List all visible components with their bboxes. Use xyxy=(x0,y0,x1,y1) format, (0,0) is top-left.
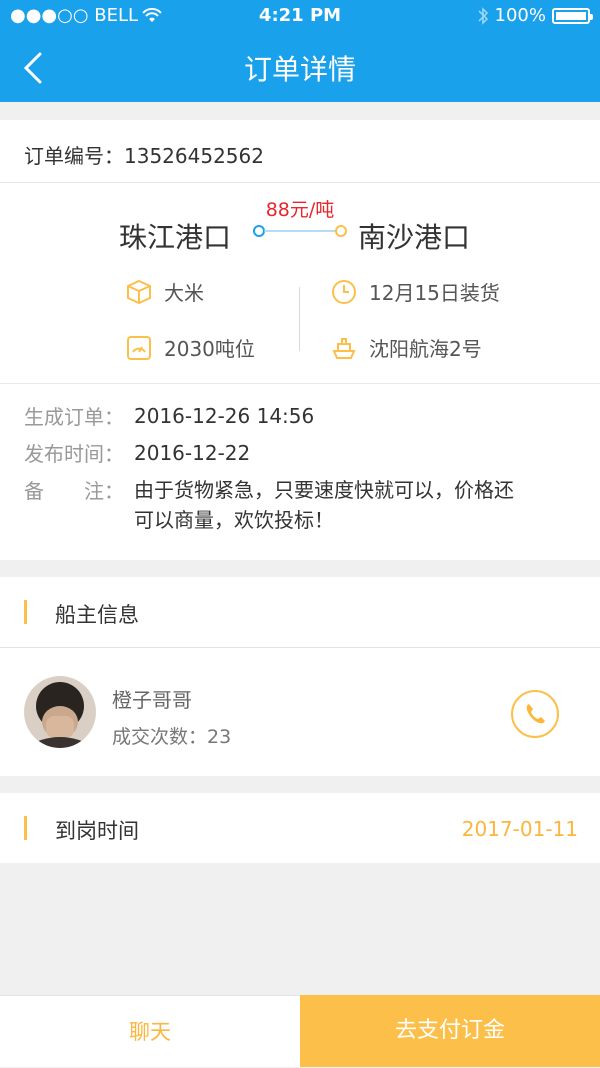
ship-item: 沈阳航海2号 xyxy=(331,333,482,362)
ship-icon xyxy=(332,337,356,359)
avatar[interactable] xyxy=(24,676,96,748)
section-accent-bar xyxy=(24,816,27,840)
status-bar: ●●●○○ BELL 4:21 PM 100% xyxy=(0,0,600,32)
bottom-action-bar: 聊天 去支付订金 xyxy=(0,995,600,1067)
note-row: 备 注： 由于货物紧急，只要速度快就可以，价格还 可以商量，欢饮投标！ xyxy=(24,475,514,535)
published-row: 发布时间： 2016-12-22 xyxy=(24,438,250,468)
load-date-item: 12月15日装货 xyxy=(331,277,500,306)
ship-text: 沈阳航海2号 xyxy=(369,337,482,361)
tonnage-text: 2030吨位 xyxy=(164,337,255,361)
created-row: 生成订单： 2016-12-26 14:56 xyxy=(24,401,314,431)
chat-button[interactable]: 聊天 xyxy=(0,995,300,1067)
price-label: 88元/吨 xyxy=(265,199,335,221)
arrival-time-row[interactable]: 到岗时间 2017-01-11 xyxy=(0,793,600,863)
owner-section-header: 船主信息 xyxy=(0,577,600,648)
owner-section-title: 船主信息 xyxy=(55,603,139,627)
bluetooth-icon xyxy=(478,6,488,25)
owner-name: 橙子哥哥 xyxy=(112,688,192,712)
page-title: 订单详情 xyxy=(243,53,356,86)
arrival-date: 2017-01-11 xyxy=(461,817,578,841)
route-line-icon xyxy=(253,225,347,237)
deal-count-label: 成交次数： xyxy=(112,726,208,748)
tonnage-item: 2030吨位 xyxy=(126,333,255,362)
section-accent-bar xyxy=(24,600,27,624)
phone-icon xyxy=(526,704,545,724)
from-port: 珠江港口 xyxy=(119,221,232,254)
arrival-time-title: 到岗时间 xyxy=(55,819,139,843)
pay-deposit-button[interactable]: 去支付订金 xyxy=(300,995,600,1067)
published-label: 发布时间： xyxy=(24,442,124,466)
route-card: 88元/吨 珠江港口 南沙港口 大米 12月15日装货 2030吨位 沈阳航海2… xyxy=(0,183,600,384)
order-number-card: 订单编号：13526452562 xyxy=(0,120,600,183)
battery-icon xyxy=(552,7,593,24)
box-icon xyxy=(127,279,151,304)
battery-percent: 100% xyxy=(494,5,546,26)
published-value: 2016-12-22 xyxy=(134,441,251,465)
note-line-1: 由于货物紧急，只要速度快就可以，价格还 xyxy=(134,478,514,502)
scale-icon xyxy=(127,335,151,360)
divider xyxy=(299,287,300,351)
note-line-2: 可以商量，欢饮投标！ xyxy=(134,508,334,532)
call-button[interactable] xyxy=(511,690,559,738)
load-date-text: 12月15日装货 xyxy=(369,281,500,305)
cargo-item: 大米 xyxy=(126,277,204,306)
note-label: 备 注： xyxy=(24,479,124,503)
order-number-value: 13526452562 xyxy=(124,144,264,168)
created-value: 2016-12-26 14:56 xyxy=(134,404,315,428)
avatar-image xyxy=(24,676,96,748)
owner-card: 橙子哥哥 成交次数：23 xyxy=(0,648,600,776)
clock-icon xyxy=(332,279,356,304)
cargo-text: 大米 xyxy=(164,281,204,305)
order-info-card: 生成订单： 2016-12-26 14:56 发布时间： 2016-12-22 … xyxy=(0,384,600,560)
created-label: 生成订单： xyxy=(24,405,124,429)
app-header: ●●●○○ BELL 4:21 PM 100% 订单详情 xyxy=(0,0,600,102)
order-number-label: 订单编号： xyxy=(24,144,124,168)
to-port: 南沙港口 xyxy=(358,221,471,254)
deal-count-value: 23 xyxy=(207,726,232,748)
